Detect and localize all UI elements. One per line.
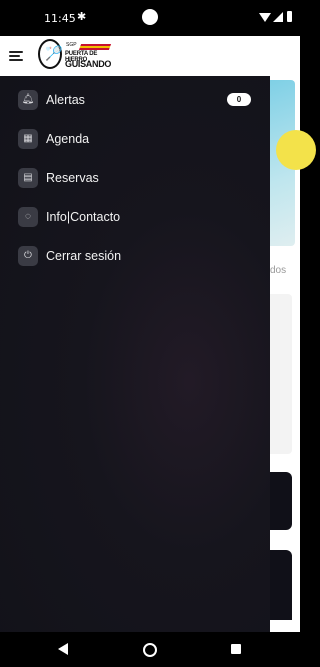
camera-cutout xyxy=(142,9,158,25)
drawer-item-reservas[interactable]: ▤ Reservas xyxy=(0,160,270,198)
recents-icon[interactable] xyxy=(231,644,241,654)
back-icon[interactable] xyxy=(58,643,68,655)
background-dark-card xyxy=(270,550,292,620)
drawer-item-agenda[interactable]: ▦ Agenda xyxy=(0,121,270,159)
navigation-drawer: 🔔︎ Alertas 0 ▦ Agenda ▤ Reservas ◌ Info|… xyxy=(0,76,270,632)
padel-player-icon: 🏸 xyxy=(45,45,63,61)
background-banner xyxy=(270,80,316,246)
hamburger-icon[interactable] xyxy=(9,51,23,61)
spain-flag-icon xyxy=(78,44,112,50)
calendar-icon: ▦ xyxy=(18,129,38,149)
background-card xyxy=(270,294,292,454)
drawer-item-label: Alertas xyxy=(46,93,85,107)
drawer-item-label: Agenda xyxy=(46,132,90,146)
alert-count-badge: 0 xyxy=(227,93,251,106)
drawer-item-cerrar-sesion[interactable]: ⏻ Cerrar sesión xyxy=(0,238,270,276)
wifi-icon xyxy=(259,13,271,22)
club-logo: 🏸 SGP PUERTA DE HIERRO GUISANDO xyxy=(38,38,113,74)
drawer-item-alertas[interactable]: 🔔︎ Alertas 0 xyxy=(0,82,270,120)
signal-icon xyxy=(273,12,283,22)
background-dark-card xyxy=(270,472,292,530)
background-text: dos xyxy=(270,265,287,276)
grid-icon: ▤ xyxy=(18,168,38,188)
logo-top-text: SGP xyxy=(66,42,77,48)
power-icon: ⏻ xyxy=(18,246,38,266)
gear-icon: ✱ xyxy=(77,11,87,23)
logo-bottom-text: GUISANDO xyxy=(65,59,112,69)
system-nav-bar xyxy=(0,632,300,667)
chat-icon: ◌ xyxy=(18,207,38,227)
drawer-item-label: Reservas xyxy=(46,171,99,185)
ball-image xyxy=(276,130,316,170)
status-time: 11:45 xyxy=(44,12,76,25)
drawer-item-label: Cerrar sesión xyxy=(46,249,122,263)
bell-icon: 🔔︎ xyxy=(18,90,38,110)
battery-icon xyxy=(287,11,292,22)
status-bar: 11:45 ✱ xyxy=(0,0,300,36)
drawer-item-info-contacto[interactable]: ◌ Info|Contacto xyxy=(0,199,270,237)
app-header: 🏸 SGP PUERTA DE HIERRO GUISANDO xyxy=(0,36,300,76)
drawer-item-label: Info|Contacto xyxy=(46,210,121,224)
home-icon[interactable] xyxy=(143,643,157,657)
background-content: dos xyxy=(270,76,316,632)
